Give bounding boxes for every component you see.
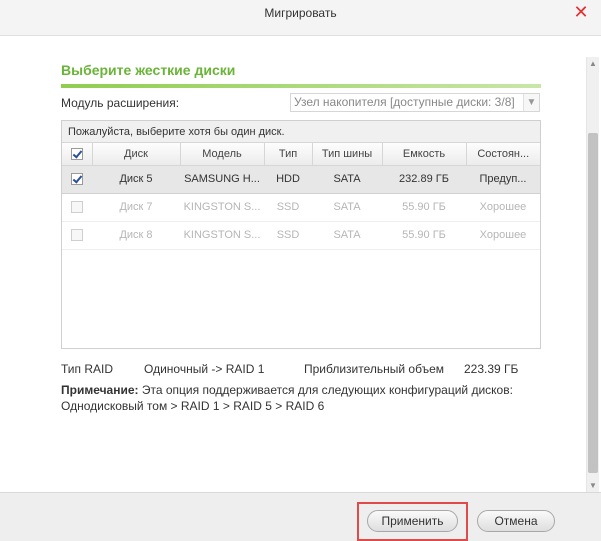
type-cell: HDD — [264, 165, 312, 194]
note-label: Примечание: — [61, 383, 139, 397]
row-checkbox[interactable] — [71, 173, 83, 186]
status-cell: Хорошее — [466, 193, 540, 222]
bus-cell: SATA — [312, 165, 382, 194]
disk-cell: Диск 7 — [92, 193, 180, 222]
table-row: Диск 8 KINGSTON S... SSD SATA 55.90 ГБ Х… — [62, 221, 540, 250]
type-cell: SSD — [264, 221, 312, 250]
disk-cell: Диск 8 — [92, 221, 180, 250]
row-checkbox — [71, 201, 83, 214]
expansion-module-value: Узел накопителя [доступные диски: 3/8] — [294, 95, 515, 109]
approx-size-value: 223.39 ГБ — [464, 362, 519, 376]
heading-underline — [61, 84, 541, 88]
scroll-down-icon[interactable]: ▼ — [587, 479, 599, 493]
close-icon[interactable]: ✕ — [571, 2, 591, 22]
raid-type-label: Тип RAID — [61, 362, 114, 376]
title-bar: Мигрировать ✕ — [0, 0, 601, 36]
status-cell: Предуп... — [466, 165, 540, 194]
table-row[interactable]: Диск 5 SAMSUNG H... HDD SATA 232.89 ГБ П… — [62, 165, 540, 194]
raid-type-value: Одиночный -> RAID 1 — [144, 362, 265, 376]
approx-size-label: Приблизительный объем — [304, 362, 444, 376]
apply-button[interactable]: Применить — [367, 510, 458, 532]
row-checkbox — [71, 229, 83, 242]
model-cell: SAMSUNG H... — [180, 165, 264, 194]
capacity-cell: 55.90 ГБ — [382, 221, 466, 250]
select-all-cell — [62, 143, 93, 166]
column-header-disk[interactable]: Диск — [92, 143, 181, 166]
note-body: Эта опция поддерживается для следующих к… — [138, 383, 513, 397]
window-title: Мигрировать — [264, 6, 337, 20]
disk-selection-panel: Пожалуйста, выберите хотя бы один диск. … — [61, 120, 541, 349]
expansion-module-label: Модуль расширения: — [61, 96, 180, 110]
column-header-model[interactable]: Модель — [180, 143, 265, 166]
table-header-row: Диск Модель Тип Тип шины Емкость Состоян… — [62, 143, 540, 166]
section-heading: Выберите жесткие диски — [61, 62, 236, 78]
capacity-cell: 232.89 ГБ — [382, 165, 466, 194]
model-cell: KINGSTON S... — [180, 193, 264, 222]
chevron-down-icon[interactable]: ▼ — [523, 94, 539, 111]
dialog-footer: Применить Отмена — [0, 492, 601, 541]
disk-table: Диск Модель Тип Тип шины Емкость Состоян… — [62, 143, 540, 250]
column-header-type[interactable]: Тип — [264, 143, 313, 166]
dialog-body: Выберите жесткие диски Модуль расширения… — [0, 36, 601, 491]
note-text: Примечание: Эта опция поддерживается для… — [61, 382, 513, 414]
cancel-button[interactable]: Отмена — [477, 510, 555, 532]
table-row: Диск 7 KINGSTON S... SSD SATA 55.90 ГБ Х… — [62, 193, 540, 222]
column-header-bus[interactable]: Тип шины — [312, 143, 383, 166]
vertical-scrollbar[interactable]: ▲ ▼ — [586, 57, 599, 493]
scroll-up-icon[interactable]: ▲ — [587, 57, 599, 71]
expansion-module-select[interactable]: Узел накопителя [доступные диски: 3/8] ▼ — [290, 93, 540, 112]
bus-cell: SATA — [312, 193, 382, 222]
column-header-status[interactable]: Состоян... — [466, 143, 540, 166]
capacity-cell: 55.90 ГБ — [382, 193, 466, 222]
bus-cell: SATA — [312, 221, 382, 250]
note-config-chain: Однодисковый том > RAID 1 > RAID 5 > RAI… — [61, 399, 325, 413]
panel-hint: Пожалуйста, выберите хотя бы один диск. — [62, 121, 540, 143]
model-cell: KINGSTON S... — [180, 221, 264, 250]
disk-cell: Диск 5 — [92, 165, 180, 194]
select-all-checkbox[interactable] — [70, 147, 83, 160]
scrollbar-thumb[interactable] — [588, 133, 598, 473]
column-header-capacity[interactable]: Емкость — [382, 143, 467, 166]
status-cell: Хорошее — [466, 221, 540, 250]
type-cell: SSD — [264, 193, 312, 222]
